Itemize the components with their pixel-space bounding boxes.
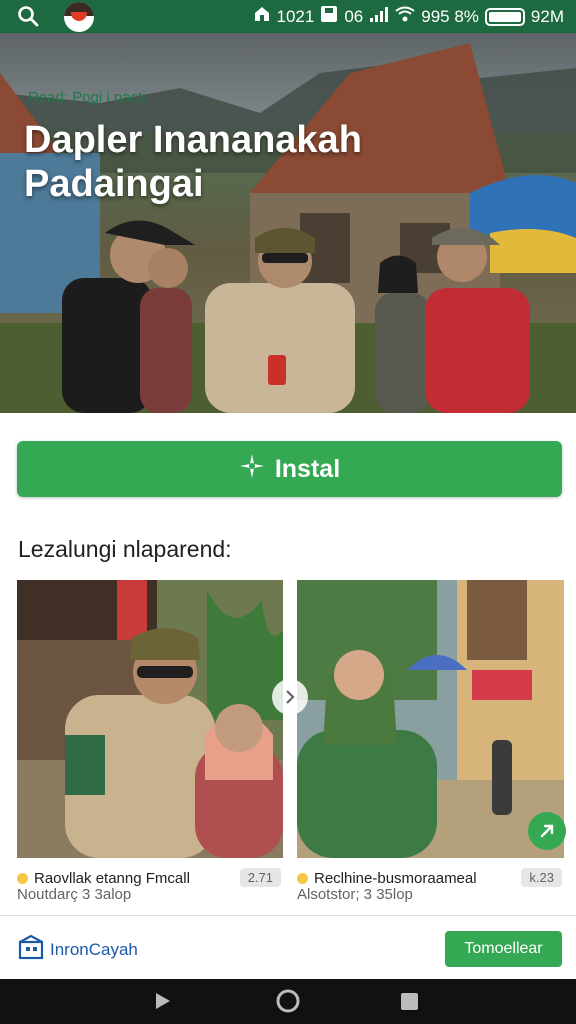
card-subtitle: Noutdarç 3 3alop xyxy=(17,886,132,903)
wifi-icon xyxy=(395,5,415,28)
install-button[interactable]: Instal xyxy=(17,441,562,497)
status-icons: 1021 06 995 8% 92M xyxy=(253,0,564,33)
notification-count: 06 xyxy=(344,6,364,26)
hero-banner: Read: Pogi i nacti Dapler Inananakah Pad… xyxy=(0,33,576,413)
hero-tag: Read: Pogi i nacti xyxy=(28,89,146,106)
bottom-bar: InronCayah Tomoellear xyxy=(0,915,576,980)
hero-title-line2: Padaingai xyxy=(24,163,204,205)
card-label-row: Reclhine-busmoraameal k.23 xyxy=(297,868,564,888)
section-title: Lezalungi nlaparend: xyxy=(18,536,232,562)
time-text: 1021 xyxy=(276,6,315,26)
status-bar: 1021 06 995 8% 92M xyxy=(0,0,576,33)
home-nav-icon[interactable] xyxy=(276,989,300,1013)
network-text: 92M xyxy=(530,6,564,26)
carousel-next-button[interactable] xyxy=(272,679,308,715)
save-icon xyxy=(320,5,338,28)
building-icon xyxy=(18,934,44,965)
card-image xyxy=(17,580,283,858)
app-logo xyxy=(64,2,94,32)
star-dot-icon xyxy=(17,872,28,884)
back-icon[interactable] xyxy=(156,993,170,1009)
arrow-forward-icon xyxy=(540,824,554,838)
card-badge: 2.71 xyxy=(239,868,281,887)
scroll-forward-button[interactable] xyxy=(528,812,566,850)
cta-button[interactable]: Tomoellear xyxy=(445,931,562,967)
battery-icon xyxy=(484,7,525,26)
card-badge: k.23 xyxy=(521,868,562,887)
hero-title-line1: Dapler Inananakah xyxy=(24,119,362,161)
card-label-row: Raovllak etanng Fmcall 2.71 xyxy=(17,868,283,888)
brand-name: InronCayah xyxy=(50,939,138,959)
system-nav-bar xyxy=(0,979,576,1024)
search-icon[interactable] xyxy=(16,4,40,33)
star-dot-icon xyxy=(297,872,308,884)
signal-icon xyxy=(369,5,389,28)
gallery-card[interactable]: Raovllak etanng Fmcall 2.71 Noutdarç 3 3… xyxy=(17,580,283,910)
chevron-right-icon xyxy=(286,690,295,704)
sparkle-icon xyxy=(239,453,265,486)
card-title: Reclhine-busmoraameal xyxy=(314,869,477,887)
brand[interactable]: InronCayah xyxy=(18,934,138,965)
home-icon xyxy=(253,5,271,28)
hero-title: Dapler Inananakah Padaingai xyxy=(24,118,362,206)
card-subtitle: Alsotstor; 3 35lop xyxy=(297,886,413,903)
battery-text: 995 8% xyxy=(421,6,479,26)
card-image xyxy=(297,580,564,858)
recents-icon[interactable] xyxy=(401,993,418,1010)
card-title: Raovllak etanng Fmcall xyxy=(34,869,190,887)
gallery-card[interactable]: Reclhine-busmoraameal k.23 Alsotstor; 3 … xyxy=(297,580,564,910)
install-label: Instal xyxy=(274,454,341,483)
